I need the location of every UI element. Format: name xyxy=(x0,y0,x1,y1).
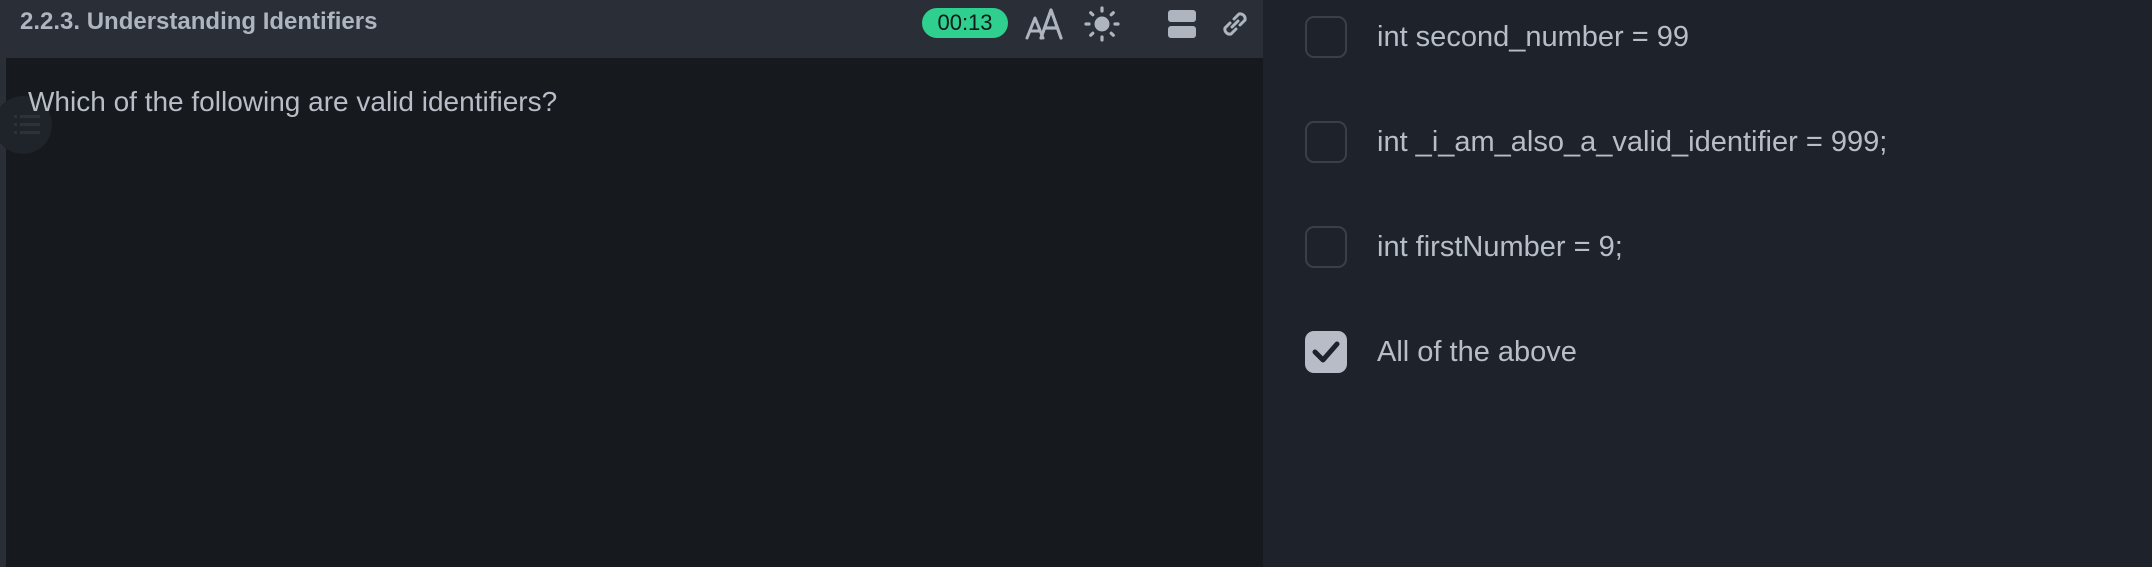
font-size-icon[interactable] xyxy=(1025,6,1065,42)
page-title: 2.2.3. Understanding Identifiers xyxy=(20,8,378,35)
option-label: int firstNumber = 9; xyxy=(1377,231,1623,263)
option-checkbox[interactable] xyxy=(1305,16,1347,58)
option-checkbox[interactable] xyxy=(1305,121,1347,163)
header-bar: 2.2.3. Understanding Identifiers 00:13 xyxy=(6,0,1263,58)
theme-sun-icon[interactable] xyxy=(1084,6,1120,42)
answer-option[interactable]: All of the above xyxy=(1305,329,2125,379)
link-icon[interactable] xyxy=(1218,7,1252,41)
question-text: Which of the following are valid identif… xyxy=(28,86,558,117)
option-label: int _i_am_also_a_valid_identifier = 999; xyxy=(1377,126,1888,158)
option-label: int second_number = 99 xyxy=(1377,21,1689,53)
checkmark-icon xyxy=(1312,341,1340,363)
option-checkbox[interactable] xyxy=(1305,226,1347,268)
answer-option[interactable]: int firstNumber = 9; xyxy=(1305,224,2125,274)
option-checkbox-checked[interactable] xyxy=(1305,331,1347,373)
app-root: 2.2.3. Understanding Identifiers 00:13 W… xyxy=(0,0,2152,567)
answer-panel: int second_number = 99 int _i_am_also_a_… xyxy=(1263,0,2152,567)
layout-icon[interactable] xyxy=(1166,8,1198,40)
answer-option[interactable]: int second_number = 99 xyxy=(1305,14,2125,64)
answer-option[interactable]: int _i_am_also_a_valid_identifier = 999; xyxy=(1305,119,2125,169)
option-label: All of the above xyxy=(1377,336,1577,368)
question-panel: 2.2.3. Understanding Identifiers 00:13 W… xyxy=(0,0,1263,567)
timer-badge: 00:13 xyxy=(922,8,1008,38)
